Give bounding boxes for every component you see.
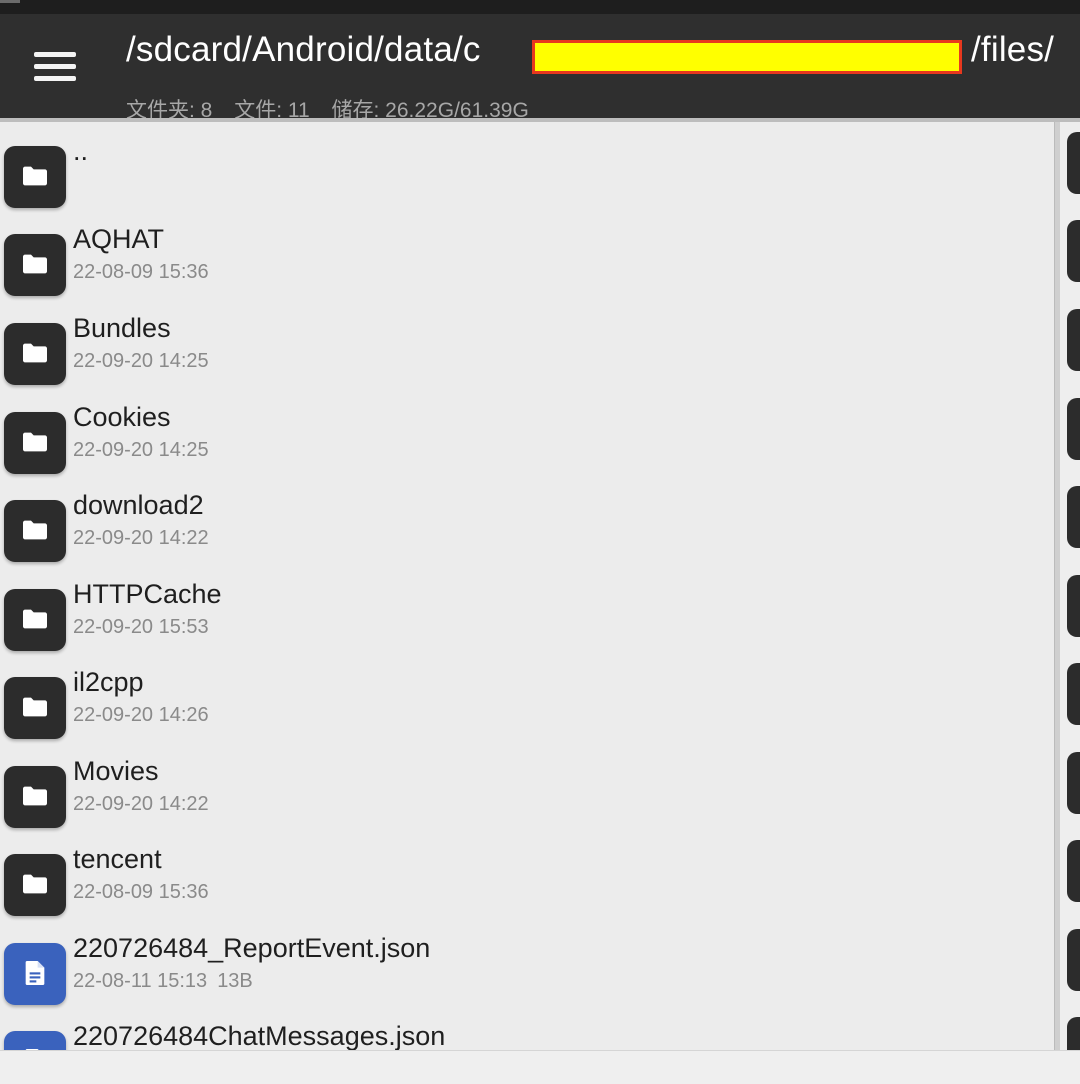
item-date: 22-09-20 14:26 bbox=[73, 704, 209, 726]
item-meta: 22-09-20 14:25 bbox=[73, 350, 209, 373]
path-suffix: /files/ bbox=[971, 30, 1055, 69]
folder-icon bbox=[1067, 220, 1080, 282]
item-meta: 22-08-09 15:36 bbox=[73, 881, 209, 904]
folder-icon bbox=[1067, 840, 1080, 902]
item-name: .. bbox=[73, 136, 89, 166]
folder-icon bbox=[4, 766, 66, 828]
document-icon bbox=[4, 1031, 66, 1050]
list-item-file[interactable]: 220726484_ReportEvent.json 22-08-11 15:1… bbox=[0, 933, 1054, 1021]
list-item-parent-folder[interactable]: .. bbox=[0, 136, 1054, 224]
folder-icon bbox=[1067, 752, 1080, 814]
path-prefix: /sdcard/Android/data/c bbox=[126, 30, 481, 69]
folder-icon bbox=[4, 677, 66, 739]
item-name: Movies bbox=[73, 756, 159, 786]
secondary-pane[interactable] bbox=[1060, 122, 1080, 1050]
folder-icon bbox=[1067, 309, 1080, 371]
folder-icon bbox=[1067, 663, 1080, 725]
status-bar bbox=[0, 0, 1080, 14]
folder-icon bbox=[1067, 1017, 1080, 1050]
item-date: 22-09-20 14:25 bbox=[73, 350, 209, 372]
folder-icon bbox=[1067, 398, 1080, 460]
folder-icon bbox=[4, 323, 66, 385]
item-date: 22-08-09 15:36 bbox=[73, 881, 209, 903]
folder-icon bbox=[1067, 486, 1080, 548]
item-meta: 22-08-11 15:13 13B bbox=[73, 970, 253, 993]
item-meta: 22-09-20 15:53 bbox=[73, 616, 209, 639]
folder-icon bbox=[4, 234, 66, 296]
folder-icon bbox=[4, 146, 66, 208]
item-name: AQHAT bbox=[73, 224, 165, 254]
item-meta: 22-09-20 14:22 bbox=[73, 527, 209, 550]
list-item-folder[interactable]: tencent 22-08-09 15:36 bbox=[0, 844, 1054, 932]
list-item-folder[interactable]: Cookies 22-09-20 14:25 bbox=[0, 402, 1054, 490]
folder-icon bbox=[1067, 132, 1080, 194]
item-meta: 22-09-20 14:26 bbox=[73, 704, 209, 727]
list-item-folder[interactable]: Bundles 22-09-20 14:25 bbox=[0, 313, 1054, 401]
item-date: 22-09-20 14:22 bbox=[73, 527, 209, 549]
item-meta: 22-09-20 14:22 bbox=[73, 793, 209, 816]
item-date: 22-08-11 15:13 bbox=[73, 970, 208, 992]
list-item-folder[interactable]: download2 22-09-20 14:22 bbox=[0, 490, 1054, 578]
item-size: 13B bbox=[217, 970, 253, 992]
item-meta: 22-09-20 14:25 bbox=[73, 439, 209, 462]
folder-icon bbox=[4, 500, 66, 562]
list-item-file[interactable]: 220726484ChatMessages.json bbox=[0, 1021, 1054, 1050]
folder-icon bbox=[4, 589, 66, 651]
item-name: 220726484_ReportEvent.json bbox=[73, 933, 431, 963]
document-icon bbox=[4, 943, 66, 1005]
item-meta: 22-08-09 15:36 bbox=[73, 261, 209, 284]
list-item-folder[interactable]: HTTPCache 22-09-20 15:53 bbox=[0, 579, 1054, 667]
item-name: Bundles bbox=[73, 313, 171, 343]
hamburger-menu-icon[interactable] bbox=[24, 44, 86, 88]
folder-icon bbox=[1067, 575, 1080, 637]
item-name: 220726484ChatMessages.json bbox=[73, 1021, 446, 1050]
item-date: 22-09-20 14:22 bbox=[73, 793, 209, 815]
item-name: il2cpp bbox=[73, 667, 144, 697]
file-list: .. AQHAT 22-08-09 15:36 Bundles 22-09-20… bbox=[0, 122, 1054, 1050]
status-indicator bbox=[0, 0, 20, 3]
item-date: 22-08-09 15:36 bbox=[73, 261, 209, 283]
item-name: download2 bbox=[73, 490, 204, 520]
list-item-folder[interactable]: AQHAT 22-08-09 15:36 bbox=[0, 224, 1054, 312]
list-item-folder[interactable]: il2cpp 22-09-20 14:26 bbox=[0, 667, 1054, 755]
folder-icon bbox=[1067, 929, 1080, 991]
item-name: Cookies bbox=[73, 402, 171, 432]
redaction-box bbox=[532, 40, 962, 74]
folder-icon bbox=[4, 412, 66, 474]
item-name: tencent bbox=[73, 844, 162, 874]
item-date: 22-09-20 15:53 bbox=[73, 616, 209, 638]
item-date: 22-09-20 14:25 bbox=[73, 439, 209, 461]
item-name: HTTPCache bbox=[73, 579, 222, 609]
list-item-folder[interactable]: Movies 22-09-20 14:22 bbox=[0, 756, 1054, 844]
bottom-bar bbox=[0, 1050, 1080, 1084]
folder-icon bbox=[4, 854, 66, 916]
